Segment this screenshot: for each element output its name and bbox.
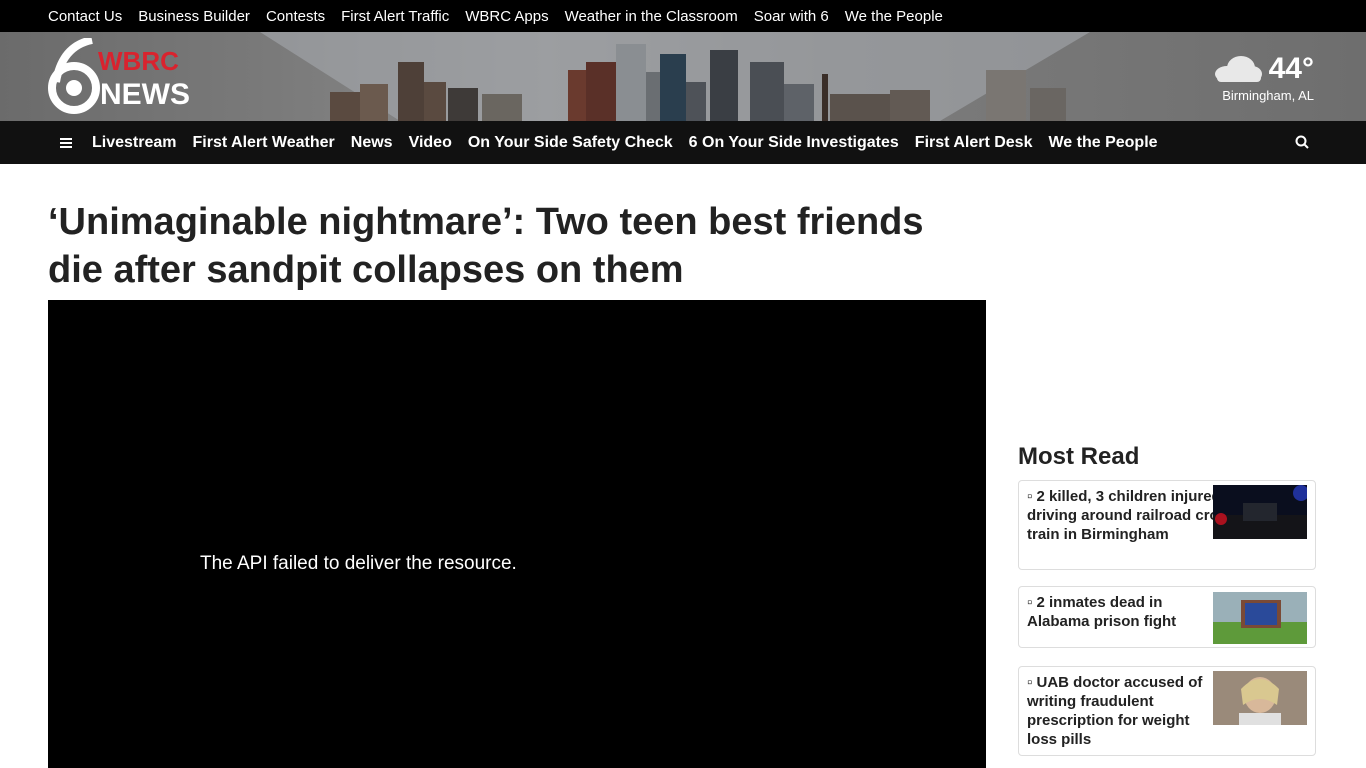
menu-icon[interactable] [58, 135, 74, 151]
most-read-item[interactable]: ▫ 2 killed, 3 children injured while dri… [1018, 480, 1316, 570]
cloud-icon [1214, 56, 1262, 82]
main-nav: Livestream First Alert Weather News Vide… [0, 121, 1366, 164]
video-player[interactable]: The API failed to deliver the resource. [48, 300, 986, 768]
nav-news[interactable]: News [351, 134, 393, 152]
article-headline: ‘Unimaginable nightmare’: Two teen best … [48, 201, 924, 291]
nav-safety-check[interactable]: On Your Side Safety Check [468, 134, 673, 152]
skyline-image [260, 32, 1090, 121]
most-read-item-title: UAB doctor accused of writing fraudulent… [1027, 674, 1203, 748]
most-read-item-title: 2 inmates dead in Alabama prison fight [1027, 594, 1177, 630]
top-link-soar-with-6[interactable]: Soar with 6 [754, 8, 829, 25]
bullet-icon: ▫ [1027, 594, 1037, 611]
top-link-we-the-people[interactable]: We the People [845, 8, 943, 25]
weather-widget[interactable]: 44° Birmingham, AL [1213, 52, 1314, 103]
nav-first-alert-desk[interactable]: First Alert Desk [915, 134, 1033, 152]
nav-first-alert-weather[interactable]: First Alert Weather [193, 134, 335, 152]
nav-livestream[interactable]: Livestream [92, 134, 177, 152]
wbrc-logo[interactable]: WBRC NEWS [46, 38, 196, 118]
most-read-thumbnail [1213, 671, 1307, 725]
most-read-thumbnail [1213, 592, 1307, 644]
most-read-thumbnail [1213, 485, 1307, 539]
top-links-bar: Contact Us Business Builder Contests Fir… [0, 0, 1366, 32]
top-link-contact-us[interactable]: Contact Us [48, 8, 122, 25]
svg-text:WBRC: WBRC [98, 46, 179, 76]
top-link-wbrc-apps[interactable]: WBRC Apps [465, 8, 548, 25]
bullet-icon: ▫ [1027, 674, 1037, 691]
top-link-first-alert-traffic[interactable]: First Alert Traffic [341, 8, 449, 25]
bullet-icon: ▫ [1027, 488, 1037, 505]
search-icon[interactable] [1294, 134, 1310, 150]
most-read-item[interactable]: ▫ UAB doctor accused of writing fraudule… [1018, 666, 1316, 756]
video-error-message: The API failed to deliver the resource. [200, 553, 517, 574]
top-link-business-builder[interactable]: Business Builder [138, 8, 250, 25]
header-banner: WBRC NEWS 44° Birmingham, AL [0, 32, 1366, 121]
weather-city: Birmingham, AL [1222, 88, 1314, 103]
nav-we-the-people[interactable]: We the People [1048, 134, 1157, 152]
top-link-weather-classroom[interactable]: Weather in the Classroom [565, 8, 738, 25]
most-read-heading: Most Read [1018, 443, 1140, 470]
top-link-contests[interactable]: Contests [266, 8, 325, 25]
svg-text:NEWS: NEWS [100, 78, 190, 111]
most-read-item[interactable]: ▫ 2 inmates dead in Alabama prison fight [1018, 586, 1316, 648]
nav-investigates[interactable]: 6 On Your Side Investigates [689, 134, 899, 152]
nav-video[interactable]: Video [409, 134, 452, 152]
temperature: 44° [1268, 52, 1314, 85]
